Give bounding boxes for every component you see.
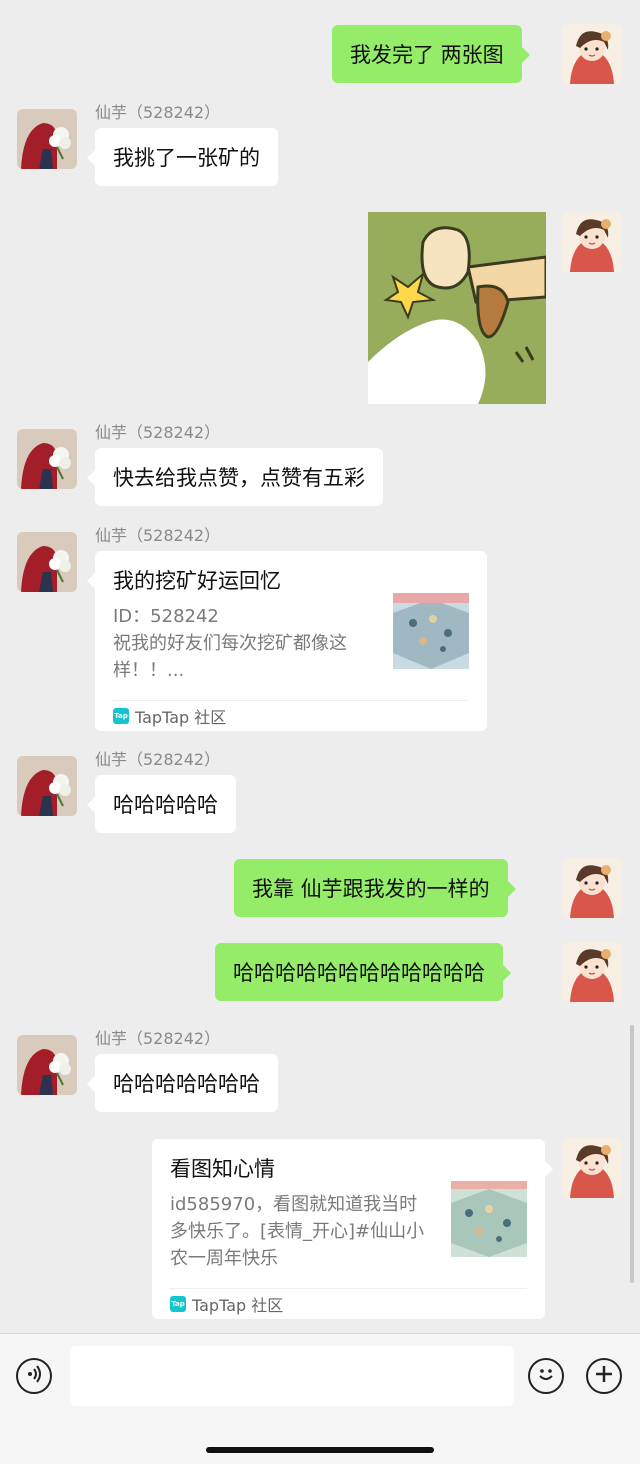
contact-avatar[interactable] — [17, 429, 77, 489]
sender-name: 仙芋（528242） — [95, 1029, 221, 1048]
message-text: 快去给我点赞，点赞有五彩 — [113, 466, 365, 490]
message-bubble-self[interactable]: 我靠 仙芋跟我发的一样的 — [234, 859, 516, 917]
card-title: 我的挖矿好运回忆 — [113, 569, 281, 593]
message-text: 我靠 仙芋跟我发的一样的 — [252, 877, 490, 901]
self-avatar[interactable] — [562, 1138, 622, 1198]
card-thumbnail — [393, 593, 469, 669]
message-text: 哈哈哈哈哈哈哈 — [113, 1072, 260, 1096]
contact-avatar[interactable] — [17, 109, 77, 169]
card-thumbnail — [451, 1181, 527, 1257]
sender-name: 仙芋（528242） — [95, 526, 221, 545]
self-avatar[interactable] — [562, 212, 622, 272]
input-bar — [0, 1333, 640, 1464]
chat-area[interactable]: 我发完了 两张图 仙芋（528242） 我挑了一张矿的 仙芋（528242） 快… — [0, 0, 640, 1333]
plus-button[interactable] — [586, 1358, 622, 1394]
sticker-image[interactable] — [368, 212, 548, 404]
message-bubble-contact[interactable]: 我挑了一张矿的 — [87, 128, 278, 186]
self-avatar[interactable] — [562, 942, 622, 1002]
self-avatar[interactable] — [562, 24, 622, 84]
link-card[interactable]: 我的挖矿好运回忆 ID：528242 祝我的好友们每次挖矿都像这样！！... Ta… — [87, 551, 487, 731]
message-text: 哈哈哈哈哈 — [113, 793, 218, 817]
message-input[interactable] — [70, 1346, 514, 1406]
message-bubble-self[interactable]: 哈哈哈哈哈哈哈哈哈哈哈哈 — [215, 943, 511, 1001]
sender-name: 仙芋（528242） — [95, 750, 221, 769]
contact-avatar[interactable] — [17, 1035, 77, 1095]
card-source-label: TapTap 社区 — [192, 1296, 284, 1315]
scrollbar[interactable] — [630, 1025, 634, 1283]
sender-name: 仙芋（528242） — [95, 103, 221, 122]
card-title: 看图知心情 — [170, 1157, 275, 1181]
contact-avatar[interactable] — [17, 756, 77, 816]
voice-icon — [24, 1364, 44, 1388]
emoji-icon — [534, 1362, 558, 1390]
taptap-logo-icon: Tap — [113, 708, 129, 724]
message-text: 我发完了 两张图 — [350, 43, 504, 67]
card-source-label: TapTap 社区 — [135, 708, 227, 727]
message-bubble-self[interactable]: 我发完了 两张图 — [332, 25, 530, 83]
self-avatar[interactable] — [562, 858, 622, 918]
sender-name: 仙芋（528242） — [95, 423, 221, 442]
card-description: ID：528242 祝我的好友们每次挖矿都像这样！！... — [113, 606, 347, 681]
voice-button[interactable] — [16, 1358, 52, 1394]
emoji-button[interactable] — [528, 1358, 564, 1394]
message-text: 哈哈哈哈哈哈哈哈哈哈哈哈 — [233, 961, 485, 985]
taptap-logo-icon: Tap — [170, 1296, 186, 1312]
plus-icon — [594, 1364, 614, 1388]
message-bubble-contact[interactable]: 快去给我点赞，点赞有五彩 — [87, 448, 383, 506]
card-source: Tap TapTap 社区 — [170, 1288, 527, 1319]
link-card[interactable]: 看图知心情 id585970，看图就知道我当时多快乐了。[表情_开心]#仙山小农… — [152, 1139, 553, 1319]
message-bubble-contact[interactable]: 哈哈哈哈哈 — [87, 775, 236, 833]
message-text: 我挑了一张矿的 — [113, 146, 260, 170]
card-source: Tap TapTap 社区 — [113, 700, 469, 731]
card-description: id585970，看图就知道我当时多快乐了。[表情_开心]#仙山小农一周年快乐 — [170, 1194, 425, 1269]
contact-avatar[interactable] — [17, 532, 77, 592]
home-indicator[interactable] — [206, 1447, 434, 1453]
message-bubble-contact[interactable]: 哈哈哈哈哈哈哈 — [87, 1054, 278, 1112]
